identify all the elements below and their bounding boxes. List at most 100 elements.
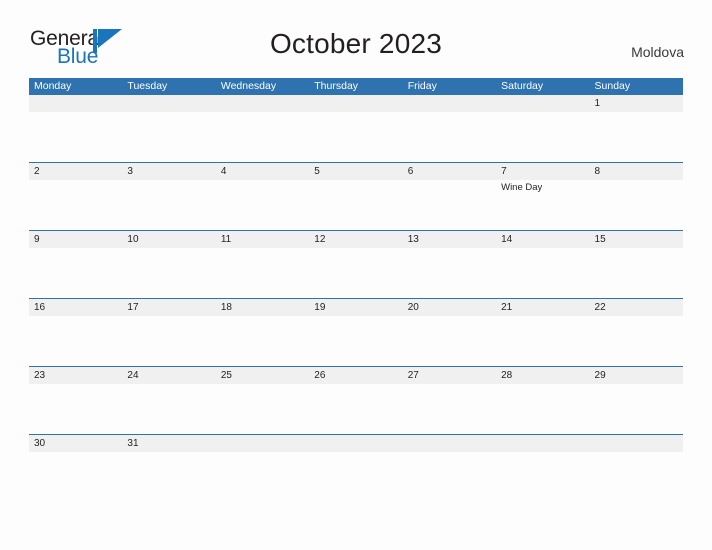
day-cell[interactable] — [496, 452, 589, 502]
day-cell[interactable] — [403, 112, 496, 162]
day-number[interactable]: 31 — [122, 435, 215, 452]
day-number[interactable]: 1 — [590, 95, 683, 112]
day-number[interactable]: 15 — [590, 231, 683, 248]
day-number[interactable]: 24 — [122, 367, 215, 384]
day-number[interactable] — [403, 435, 496, 452]
day-number[interactable]: 28 — [496, 367, 589, 384]
week-daynum-band: 30 31 — [29, 435, 683, 452]
day-number[interactable] — [216, 435, 309, 452]
day-number[interactable]: 22 — [590, 299, 683, 316]
day-cell[interactable] — [590, 316, 683, 366]
weekday-header-saturday: Saturday — [501, 80, 544, 92]
day-number[interactable]: 3 — [122, 163, 215, 180]
day-number[interactable]: 16 — [29, 299, 122, 316]
day-cell[interactable] — [122, 180, 215, 230]
week-row: 1 — [29, 95, 683, 162]
day-number[interactable] — [122, 95, 215, 112]
day-cell[interactable] — [29, 112, 122, 162]
day-number[interactable]: 5 — [309, 163, 402, 180]
day-number[interactable]: 11 — [216, 231, 309, 248]
day-cell[interactable] — [403, 452, 496, 502]
day-number[interactable]: 10 — [122, 231, 215, 248]
day-number[interactable] — [496, 435, 589, 452]
day-cell[interactable] — [29, 384, 122, 434]
event-label: Wine Day — [501, 182, 543, 193]
day-cell[interactable] — [29, 316, 122, 366]
weekday-header-row: Monday Tuesday Wednesday Thursday Friday… — [29, 78, 683, 95]
page-header: General Blue October 2023 Moldova — [0, 0, 712, 78]
day-number[interactable]: 13 — [403, 231, 496, 248]
day-number[interactable] — [29, 95, 122, 112]
day-cell[interactable] — [122, 316, 215, 366]
day-cell[interactable] — [309, 112, 402, 162]
day-number[interactable]: 27 — [403, 367, 496, 384]
day-number[interactable]: 12 — [309, 231, 402, 248]
day-cell[interactable] — [496, 316, 589, 366]
day-cell[interactable] — [29, 248, 122, 298]
day-cell[interactable]: Wine Day — [496, 180, 589, 230]
day-cell[interactable] — [216, 180, 309, 230]
day-cell[interactable] — [29, 452, 122, 502]
day-cell[interactable] — [216, 248, 309, 298]
day-cell[interactable] — [122, 112, 215, 162]
week-event-band — [29, 384, 683, 434]
day-cell[interactable] — [309, 452, 402, 502]
weekday-header-sunday: Sunday — [594, 80, 631, 92]
day-cell[interactable] — [309, 180, 402, 230]
calendar-grid: Monday Tuesday Wednesday Thursday Friday… — [29, 78, 683, 502]
weekday-header-friday: Friday — [407, 80, 437, 92]
day-number[interactable] — [216, 95, 309, 112]
day-number[interactable]: 2 — [29, 163, 122, 180]
day-number[interactable]: 7 — [496, 163, 589, 180]
day-number[interactable]: 20 — [403, 299, 496, 316]
day-cell[interactable] — [590, 452, 683, 502]
day-cell[interactable] — [590, 384, 683, 434]
day-number[interactable]: 17 — [122, 299, 215, 316]
day-cell[interactable] — [496, 112, 589, 162]
week-daynum-band: 9 10 11 12 13 14 15 — [29, 231, 683, 248]
week-event-band — [29, 248, 683, 298]
day-cell[interactable] — [29, 180, 122, 230]
day-number[interactable]: 29 — [590, 367, 683, 384]
weekday-header-monday: Monday — [34, 80, 72, 92]
day-cell[interactable] — [216, 384, 309, 434]
weekday-header-tuesday: Tuesday — [127, 80, 168, 92]
day-number[interactable]: 6 — [403, 163, 496, 180]
day-cell[interactable] — [496, 248, 589, 298]
day-cell[interactable] — [216, 452, 309, 502]
day-number[interactable]: 25 — [216, 367, 309, 384]
day-cell[interactable] — [590, 180, 683, 230]
day-number[interactable] — [496, 95, 589, 112]
day-cell[interactable] — [403, 180, 496, 230]
day-number[interactable]: 8 — [590, 163, 683, 180]
day-cell[interactable] — [403, 316, 496, 366]
day-cell[interactable] — [309, 248, 402, 298]
day-number[interactable]: 26 — [309, 367, 402, 384]
day-cell[interactable] — [590, 112, 683, 162]
day-cell[interactable] — [122, 452, 215, 502]
day-cell[interactable] — [496, 384, 589, 434]
day-cell[interactable] — [309, 316, 402, 366]
day-number[interactable]: 19 — [309, 299, 402, 316]
day-number[interactable]: 30 — [29, 435, 122, 452]
day-number[interactable] — [590, 435, 683, 452]
day-cell[interactable] — [309, 384, 402, 434]
day-number[interactable]: 14 — [496, 231, 589, 248]
day-cell[interactable] — [216, 112, 309, 162]
day-number[interactable]: 4 — [216, 163, 309, 180]
day-number[interactable] — [403, 95, 496, 112]
week-row: 9 10 11 12 13 14 15 — [29, 230, 683, 298]
day-cell[interactable] — [122, 384, 215, 434]
day-number[interactable]: 9 — [29, 231, 122, 248]
day-number[interactable] — [309, 95, 402, 112]
day-number[interactable]: 23 — [29, 367, 122, 384]
day-cell[interactable] — [403, 384, 496, 434]
week-row: 23 24 25 26 27 28 29 — [29, 366, 683, 434]
day-cell[interactable] — [403, 248, 496, 298]
day-number[interactable] — [309, 435, 402, 452]
day-cell[interactable] — [590, 248, 683, 298]
day-cell[interactable] — [122, 248, 215, 298]
day-number[interactable]: 21 — [496, 299, 589, 316]
day-number[interactable]: 18 — [216, 299, 309, 316]
day-cell[interactable] — [216, 316, 309, 366]
